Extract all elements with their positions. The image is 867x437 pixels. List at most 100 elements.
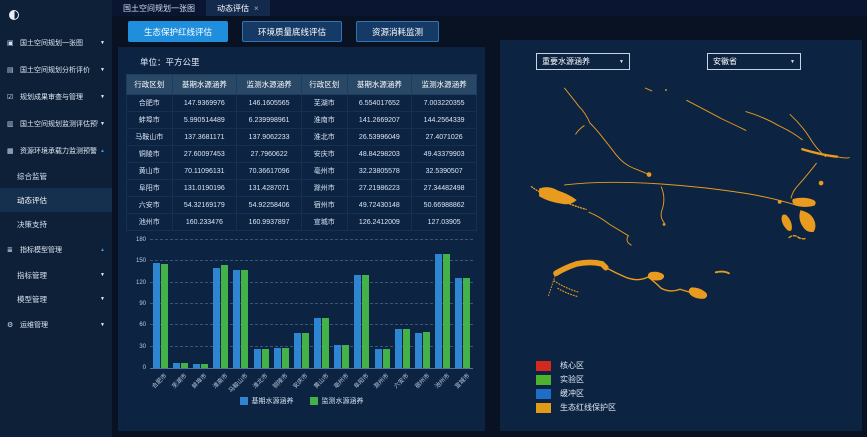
x-axis-label: 淮南市 <box>211 369 231 395</box>
bar-segment[interactable] <box>375 349 382 368</box>
bar-segment[interactable] <box>362 275 369 368</box>
table-cell: 合肥市 <box>127 95 173 112</box>
bar-segment[interactable] <box>153 263 160 368</box>
chart-gridline <box>150 239 473 240</box>
bar-segment[interactable] <box>274 348 281 368</box>
tab-label: 国土空间规划一张图 <box>123 3 195 14</box>
map-filters: 重要水源涵养 ▼ 安徽省▼ <box>500 53 862 70</box>
bar-segment[interactable] <box>354 275 361 368</box>
collapse-sidebar-icon <box>9 10 19 20</box>
table-cell: 54.32169179 <box>172 197 237 214</box>
sidebar-item[interactable]: ▥国土空间规划监测评估预警▼ <box>0 110 112 137</box>
table-cell: 48.84298203 <box>347 146 412 163</box>
bar-segment[interactable] <box>463 278 470 368</box>
map-legend-item: 生态红线保护区 <box>536 402 616 413</box>
bar-segment[interactable] <box>173 363 180 368</box>
tab[interactable]: 动态评估× <box>206 0 270 16</box>
map-filter-select[interactable]: 重要水源涵养 ▼ <box>536 53 630 70</box>
bar-segment[interactable] <box>383 349 390 368</box>
chevron-down-icon: ▼ <box>100 67 105 73</box>
map-filter-select[interactable]: 安徽省▼ <box>707 53 801 70</box>
bar-segment[interactable] <box>423 332 430 368</box>
chevron-down-icon: ▼ <box>619 59 624 65</box>
bar-segment[interactable] <box>395 329 402 368</box>
legend-label: 监测水源涵养 <box>322 396 364 406</box>
select-value: 重要水源涵养 <box>542 56 590 67</box>
chevron-down-icon: ▼ <box>100 40 105 46</box>
bar-segment[interactable] <box>221 265 228 368</box>
sidebar-item[interactable]: ▦资源环境承载力监测预警▲ <box>0 137 112 164</box>
table-cell: 5.990514489 <box>172 112 237 129</box>
sidebar-item[interactable]: ☑规划成果审查与管理▼ <box>0 83 112 110</box>
bar-group <box>271 348 291 368</box>
table-cell: 137.9062233 <box>237 129 302 146</box>
bar-segment[interactable] <box>342 345 349 368</box>
bar-segment[interactable] <box>262 349 269 368</box>
map-legend-swatch <box>536 389 551 399</box>
chart-bars <box>150 241 473 368</box>
table-row: 六安市54.3216917954.92258406宿州市49.724301485… <box>127 197 477 214</box>
sidebar-subitem[interactable]: 动态评估 <box>0 188 112 212</box>
bar-segment[interactable] <box>233 270 240 368</box>
toolbar-button[interactable]: 环境质量底线评估 <box>242 21 342 42</box>
legend-label: 基期水源涵养 <box>252 396 294 406</box>
bar-segment[interactable] <box>161 264 168 368</box>
x-axis-label: 亳州市 <box>332 369 352 395</box>
sidebar-subitem[interactable]: 指标管理▼ <box>0 263 112 287</box>
capacity-icon: ▦ <box>7 147 17 155</box>
sidebar-item[interactable]: ⚙运维管理▼ <box>0 311 112 338</box>
bar-segment[interactable] <box>282 348 289 368</box>
bar-segment[interactable] <box>443 254 450 368</box>
bar-segment[interactable] <box>322 318 329 368</box>
table-cell: 49.43379903 <box>412 146 477 163</box>
chevron-up-icon: ▲ <box>100 148 105 154</box>
table-cell: 芜湖市 <box>302 95 348 112</box>
y-axis-label: 120 <box>128 280 146 286</box>
table-cell: 70.11096131 <box>172 163 237 180</box>
bar-segment[interactable] <box>213 268 220 368</box>
data-panel: 单位：平方公里 行政区划基期水源涵养监测水源涵养行政区划基期水源涵养监测水源涵养… <box>118 47 485 431</box>
bar-segment[interactable] <box>314 318 321 368</box>
table-cell: 54.92258406 <box>237 197 302 214</box>
toolbar-button[interactable]: 资源消耗监测 <box>356 21 439 42</box>
bar-segment[interactable] <box>403 329 410 368</box>
map-legend: 核心区实验区缓冲区生态红线保护区 <box>536 360 616 416</box>
table-cell: 160.9937897 <box>237 214 302 231</box>
toolbar-button[interactable]: 生态保护红线评估 <box>128 21 228 42</box>
sidebar-item[interactable]: ≣指标模型管理▲ <box>0 236 112 263</box>
bar-segment[interactable] <box>254 349 261 368</box>
bar-segment[interactable] <box>415 333 422 368</box>
chevron-down-icon: ▼ <box>100 121 105 127</box>
bar-segment[interactable] <box>241 270 248 368</box>
sidebar-item[interactable]: ▤国土空间规划分析评价▼ <box>0 56 112 83</box>
bar-segment[interactable] <box>435 254 442 368</box>
sidebar-item-label: 国土空间规划一张图 <box>20 38 98 48</box>
sidebar-item-label: 资源环境承载力监测预警 <box>20 146 98 156</box>
bar-segment[interactable] <box>181 363 188 368</box>
sidebar-subitem[interactable]: 综合监管 <box>0 164 112 188</box>
sidebar-item[interactable]: ▣国土空间规划一张图▼ <box>0 29 112 56</box>
map-river-lines <box>532 88 850 297</box>
sidebar-subitem[interactable]: 模型管理▼ <box>0 287 112 311</box>
table-cell: 宿州市 <box>302 197 348 214</box>
bar-segment[interactable] <box>201 364 208 368</box>
close-icon[interactable]: × <box>254 4 259 13</box>
bar-segment[interactable] <box>294 333 301 368</box>
table-cell: 144.2564339 <box>412 112 477 129</box>
bar-segment[interactable] <box>334 345 341 368</box>
table-cell: 淮南市 <box>302 112 348 129</box>
collapse-sidebar-button[interactable] <box>0 0 112 29</box>
bar-segment[interactable] <box>193 364 200 368</box>
tab[interactable]: 国土空间规划一张图 <box>112 0 206 16</box>
chart-legend-item[interactable]: 监测水源涵养 <box>310 396 364 406</box>
table-row: 合肥市147.9369976146.1605565芜湖市6.5540176527… <box>127 95 477 112</box>
chart-x-labels: 合肥市芜湖市蚌埠市淮南市马鞍山市淮北市铜陵市安庆市黄山市亳州市阜阳市滁州市六安市… <box>150 369 473 395</box>
sidebar-subitem[interactable]: 决策支持 <box>0 212 112 236</box>
table-cell: 6.239998961 <box>237 112 302 129</box>
bar-segment[interactable] <box>302 333 309 368</box>
map-canvas[interactable] <box>500 74 862 356</box>
chart-legend: 基期水源涵养 监测水源涵养 <box>126 396 477 406</box>
table-cell: 铜陵市 <box>127 146 173 163</box>
chart-legend-item[interactable]: 基期水源涵养 <box>240 396 294 406</box>
bar-segment[interactable] <box>455 278 462 368</box>
